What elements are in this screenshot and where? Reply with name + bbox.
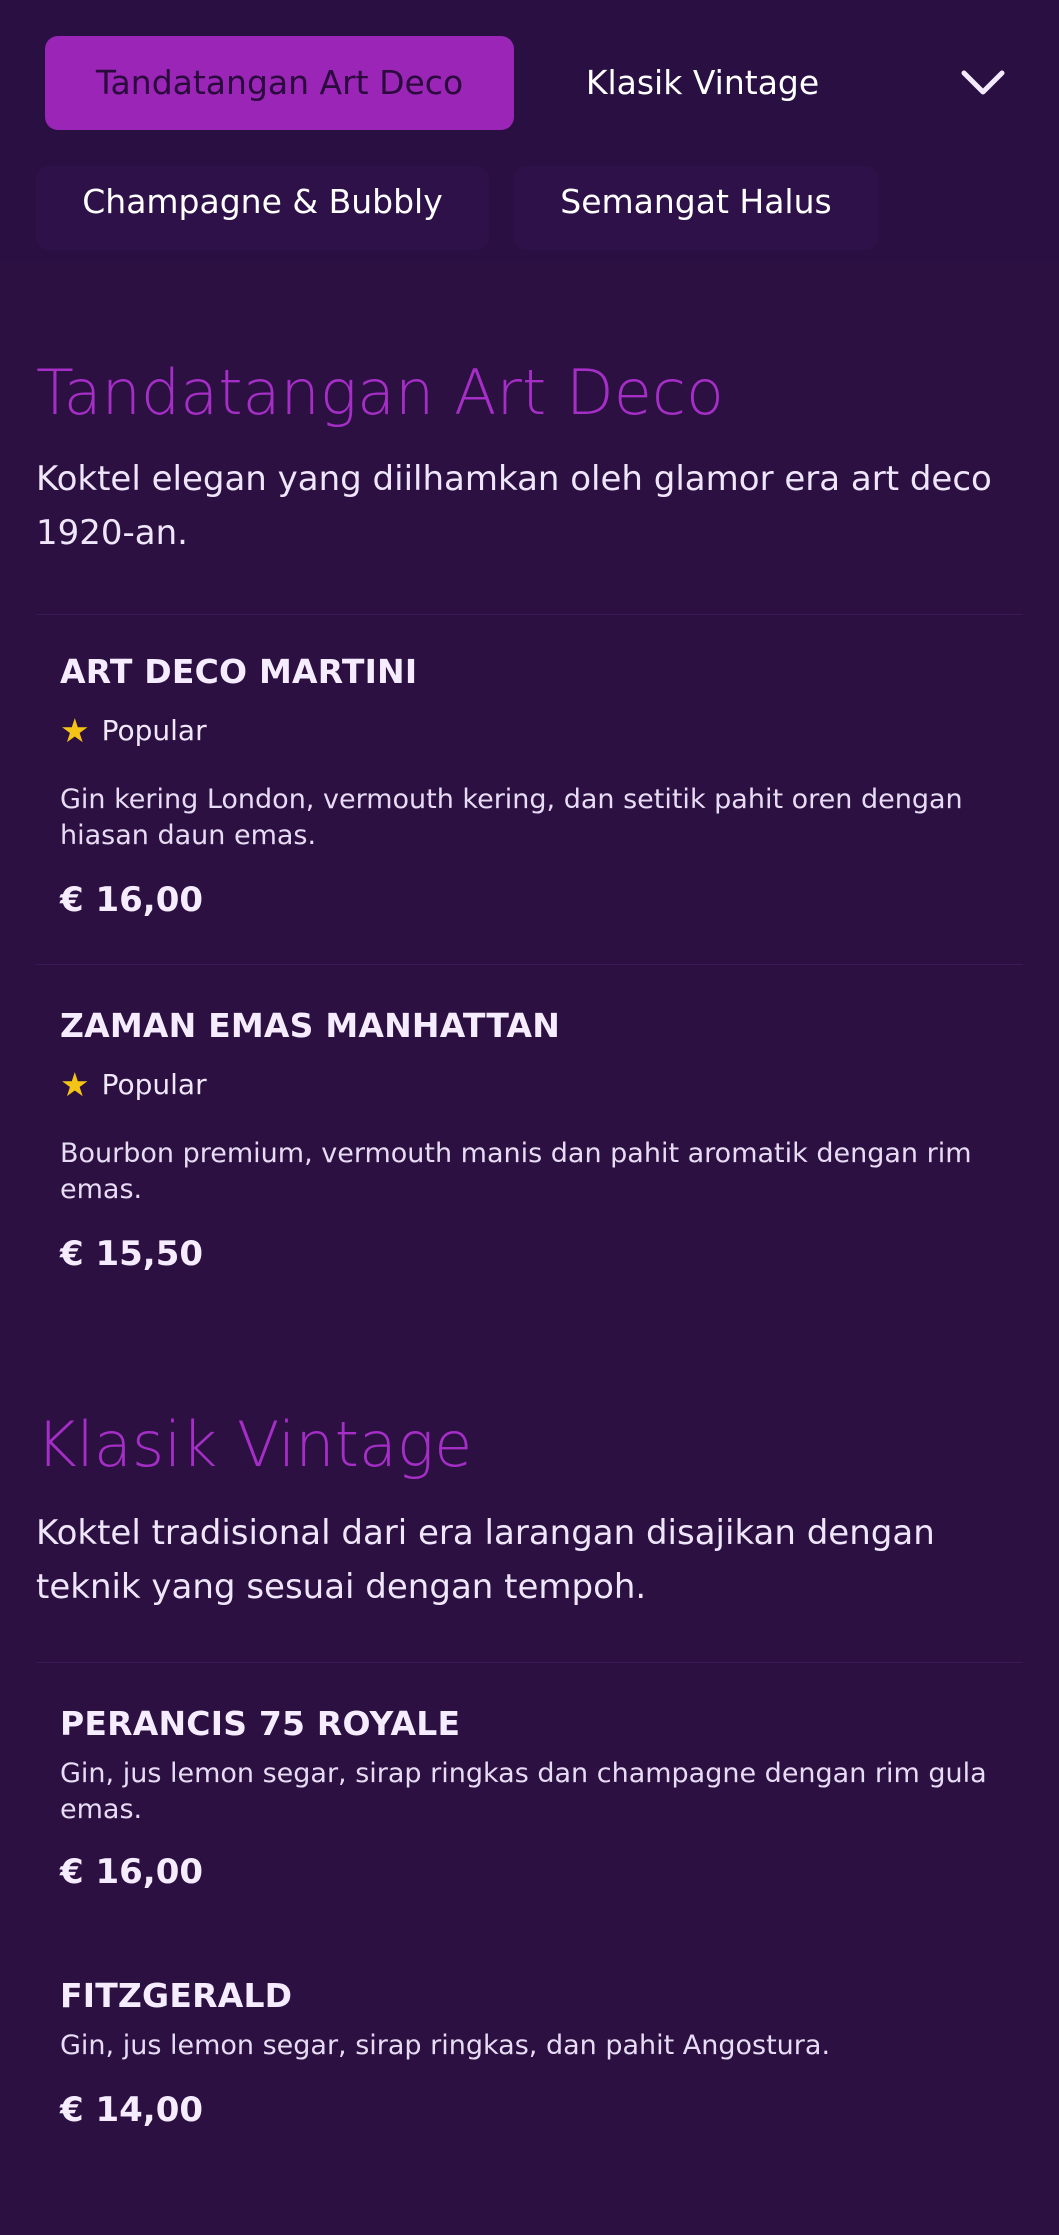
item-description: Gin kering London, vermouth kering, dan …: [60, 784, 963, 851]
section-divider: [36, 1662, 1023, 1663]
item-price: € 15,50: [60, 1234, 204, 1274]
tab-semangat-halus[interactable]: Semangat Halus: [514, 166, 878, 250]
item-price: € 16,00: [60, 880, 204, 920]
section-description: Koktel tradisional dari era larangan dis…: [36, 1513, 935, 1607]
section-description: Koktel elegan yang diilhamkan oleh glamo…: [36, 459, 992, 553]
item-divider: [36, 964, 1023, 965]
category-nav-row-2: Champagne & Bubbly Semangat Halus: [0, 166, 1059, 262]
category-nav: Tandatangan Art Deco Klasik Vintage: [0, 0, 1059, 166]
item-description: Bourbon premium, vermouth manis dan pahi…: [60, 1138, 972, 1205]
section-title: Tandatangan Art Deco: [36, 356, 724, 429]
item-description: Gin, jus lemon segar, sirap ringkas, dan…: [60, 2030, 831, 2061]
tab-tandatangan-art-deco[interactable]: Tandatangan Art Deco: [45, 36, 514, 130]
star-icon: ★: [60, 710, 90, 750]
badge-label: Popular: [101, 713, 207, 747]
tab-klasik-vintage[interactable]: Klasik Vintage: [540, 36, 865, 130]
item-name: ART DECO MARTINI: [60, 652, 418, 691]
item-price: € 14,00: [60, 2090, 204, 2130]
popular-badge: ★ Popular: [60, 1064, 207, 1104]
item-name: ZAMAN EMAS MANHATTAN: [60, 1006, 561, 1045]
section-title: Klasik Vintage: [36, 1408, 473, 1481]
chevron-down-icon: [961, 70, 1005, 95]
badge-label: Popular: [101, 1067, 207, 1101]
section-divider: [36, 614, 1023, 615]
star-icon: ★: [60, 1064, 90, 1104]
item-name: FITZGERALD: [60, 1976, 293, 2015]
popular-badge: ★ Popular: [60, 710, 207, 750]
expand-categories-button[interactable]: [935, 36, 1031, 130]
menu-page: Tandatangan Art Deco Klasik Vintage Cham…: [0, 0, 1059, 2235]
item-price: € 16,00: [60, 1852, 204, 1892]
item-description: Gin, jus lemon segar, sirap ringkas dan …: [60, 1758, 987, 1825]
tab-champagne-bubbly[interactable]: Champagne & Bubbly: [36, 166, 489, 250]
item-name: PERANCIS 75 ROYALE: [60, 1704, 461, 1743]
